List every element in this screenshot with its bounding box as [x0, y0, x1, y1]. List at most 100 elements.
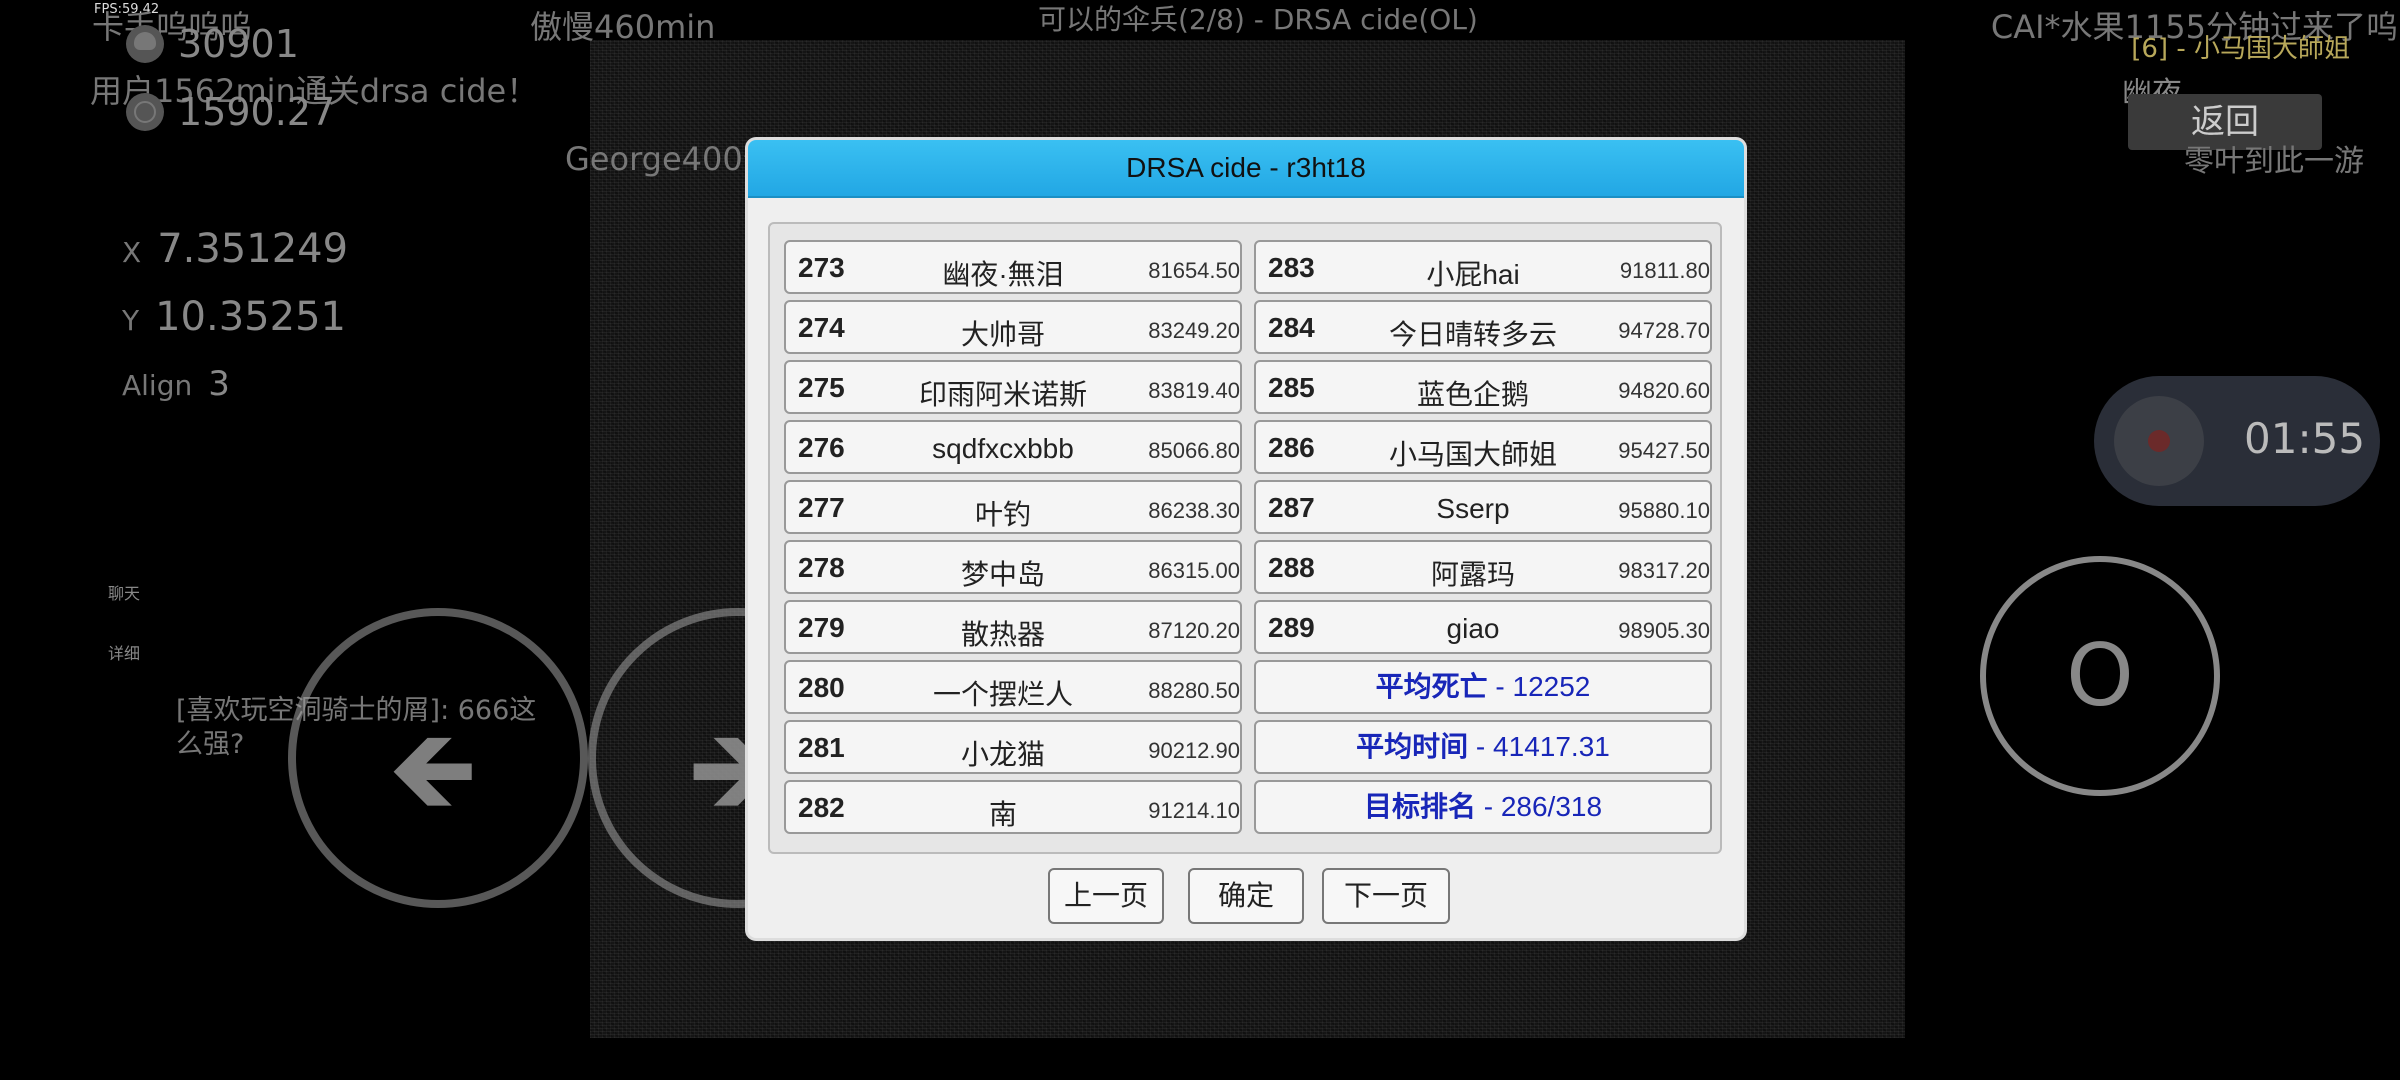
leaderboard-rank: 276	[798, 432, 845, 463]
summary-value: 12252	[1512, 671, 1591, 702]
leaderboard-entry: 288 阿露玛 98317.20	[1254, 540, 1712, 594]
leaderboard-entry: 275 印雨阿米诺斯 83819.40	[784, 360, 1242, 414]
leaderboard-name: 幽夜·無泪	[942, 259, 1064, 290]
scroll-banner: 可以的伞兵(2/8) - DRSA cide(OL)	[1038, 3, 1478, 36]
leaderboard-score: 83249.20	[1148, 318, 1240, 343]
align-label: Align	[122, 369, 193, 402]
leaderboard-entry: 274 大帅哥 83249.20	[784, 300, 1242, 354]
leaderboard-rank: 289	[1268, 612, 1315, 643]
leaderboard-rank: 274	[798, 312, 845, 343]
leaderboard-panel: 273 幽夜·無泪 81654.50 274 大帅哥 83249.20 275 印雨阿米诺斯 8…	[768, 222, 1722, 854]
x-coordinate: X 7.351249	[122, 226, 348, 272]
average-death-summary: 平均死亡 - 12252	[1254, 660, 1712, 714]
y-value: 10.35251	[155, 294, 346, 340]
leaderboard-entry: 281 小龙猫 90212.90	[784, 720, 1242, 774]
leaderboard-name: 梦中岛	[960, 559, 1045, 590]
leaderboard-score: 88280.50	[1148, 678, 1240, 703]
leaderboard-rank: 284	[1268, 312, 1315, 343]
leaderboard-name: 印雨阿米诺斯	[918, 379, 1087, 410]
leaderboard-name: 南	[988, 799, 1017, 830]
clock-icon	[126, 93, 164, 131]
leaderboard-name: 蓝色企鹅	[1416, 379, 1529, 410]
record-icon	[2114, 396, 2204, 486]
time-value: 1590.27	[178, 90, 336, 134]
summary-separator: -	[1468, 731, 1494, 762]
leaderboard-entry: 276 sqdfxcxbbb 85066.80	[784, 420, 1242, 474]
summary-separator: -	[1475, 791, 1501, 822]
skull-icon	[126, 25, 164, 63]
leaderboard-entry: 287 Sserp 95880.10	[1254, 480, 1712, 534]
y-coordinate: Y 10.35251	[122, 294, 346, 340]
scroll-banner: George400分	[565, 140, 775, 178]
leaderboard-score: 98317.20	[1618, 558, 1710, 583]
summary-value: 41417.31	[1493, 731, 1610, 762]
leaderboard-rank: 280	[798, 672, 845, 703]
left-arrow-icon: 🡸	[388, 705, 478, 833]
leaderboard-left-column: 273 幽夜·無泪 81654.50 274 大帅哥 83249.20 275 印雨阿米诺斯 8…	[784, 240, 1242, 840]
leaderboard-rank: 285	[1268, 372, 1315, 403]
leaderboard-score: 85066.80	[1148, 438, 1240, 463]
target-rank-summary: 目标排名 - 286/318	[1254, 780, 1712, 834]
leaderboard-rank: 273	[798, 252, 845, 283]
leaderboard-score: 86315.00	[1148, 558, 1240, 583]
leaderboard-name: 一个摆烂人	[932, 679, 1073, 710]
leaderboard-name: 大帅哥	[960, 319, 1045, 350]
scroll-banner: 傲慢460min	[530, 8, 716, 46]
leaderboard-name: 今日晴转多云	[1388, 319, 1557, 350]
leaderboard-score: 90212.90	[1148, 738, 1240, 763]
leaderboard-score: 86238.30	[1148, 498, 1240, 523]
chat-button[interactable]: 聊天	[108, 580, 140, 604]
leaderboard-score: 95427.50	[1618, 438, 1710, 463]
prev-page-button[interactable]: 上一页	[1048, 868, 1164, 924]
leaderboard-name: 小龙猫	[960, 739, 1045, 770]
leaderboard-score: 91811.80	[1619, 258, 1710, 283]
leaderboard-name: 叶钓	[974, 499, 1031, 530]
summary-label: 平均死亡	[1375, 671, 1488, 702]
leaderboard-entry: 286 小马国大師姐 95427.50	[1254, 420, 1712, 474]
leaderboard-entry: 277 叶钓 86238.30	[784, 480, 1242, 534]
leaderboard-rank: 287	[1268, 492, 1315, 523]
leaderboard-rank: 286	[1268, 432, 1315, 463]
leaderboard-dialog: DRSA cide - r3ht18 273 幽夜·無泪 81654.50 274 大帅…	[748, 140, 1744, 938]
detail-button[interactable]: 详细	[108, 640, 140, 664]
leaderboard-score: 83819.40	[1148, 378, 1240, 403]
leaderboard-rank: 275	[798, 372, 845, 403]
leaderboard-name: 阿露玛	[1430, 559, 1515, 590]
leaderboard-right-column: 283 小屁hai 91811.80 284 今日晴转多云 94728.70 285 蓝色企鹅…	[1254, 240, 1712, 840]
leaderboard-entry: 284 今日晴转多云 94728.70	[1254, 300, 1712, 354]
leaderboard-rank: 279	[798, 612, 845, 643]
leaderboard-rank: 277	[798, 492, 845, 523]
leaderboard-rank: 288	[1268, 552, 1315, 583]
leaderboard-entry: 273 幽夜·無泪 81654.50	[784, 240, 1242, 294]
chat-right-line: 零叶到此一游	[2184, 144, 2364, 179]
leaderboard-entry: 285 蓝色企鹅 94820.60	[1254, 360, 1712, 414]
leaderboard-name: giao	[1446, 613, 1500, 644]
leaderboard-score: 98905.30	[1618, 618, 1710, 643]
leaderboard-score: 94820.60	[1618, 378, 1710, 403]
leaderboard-name: 小马国大師姐	[1388, 439, 1557, 470]
next-page-button[interactable]: 下一页	[1322, 868, 1450, 924]
recording-timer[interactable]: 01:55	[2094, 376, 2380, 506]
leaderboard-score: 81654.50	[1148, 258, 1240, 283]
death-counter: 30901	[126, 22, 299, 66]
average-time-summary: 平均时间 - 41417.31	[1254, 720, 1712, 774]
time-counter: 1590.27	[126, 90, 335, 134]
leaderboard-rank: 282	[798, 792, 845, 823]
leaderboard-entry: 279 散热器 87120.20	[784, 600, 1242, 654]
leaderboard-name: sqdfxcxbbb	[932, 433, 1074, 464]
jump-button[interactable]: O	[1980, 556, 2220, 796]
summary-value: 286/318	[1500, 791, 1603, 822]
leaderboard-name: 散热器	[960, 619, 1045, 650]
leaderboard-rank: 278	[798, 552, 845, 583]
summary-label: 目标排名	[1363, 791, 1476, 822]
leaderboard-entry: 278 梦中岛 86315.00	[784, 540, 1242, 594]
dialog-title: DRSA cide - r3ht18	[748, 140, 1744, 198]
align-value: 3	[208, 364, 230, 404]
ok-button[interactable]: 确定	[1188, 868, 1304, 924]
leaderboard-entry: 282 南 91214.10	[784, 780, 1242, 834]
leaderboard-name: Sserp	[1436, 493, 1510, 524]
timer-value: 01:55	[2244, 414, 2366, 463]
x-value: 7.351249	[157, 226, 349, 272]
leaderboard-name: 小屁hai	[1426, 259, 1520, 290]
death-count: 30901	[178, 22, 299, 66]
